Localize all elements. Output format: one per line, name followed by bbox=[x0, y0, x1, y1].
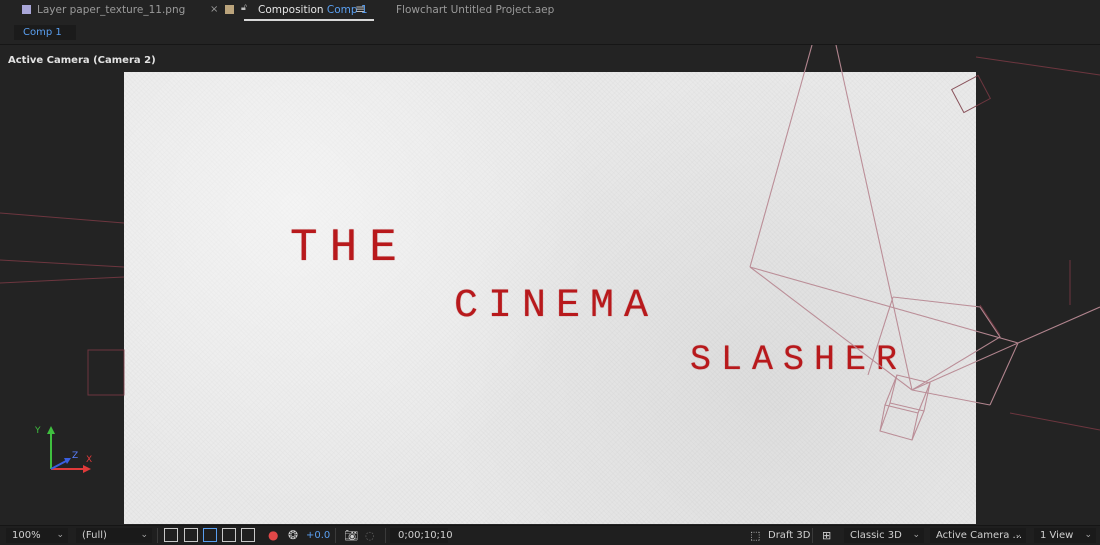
exposure-value[interactable]: +0.0 bbox=[306, 528, 330, 543]
tab-flowchart[interactable]: Flowchart Untitled Project.aep bbox=[396, 4, 554, 16]
region-of-interest-icon[interactable] bbox=[222, 528, 236, 542]
divider bbox=[812, 528, 813, 543]
panel-tab-bar: Layer paper_texture_11.png × 🔓︎ Composit… bbox=[0, 0, 1100, 22]
resolution-dropdown[interactable]: (Full) ⌄ bbox=[76, 528, 152, 543]
chevron-down-icon: ⌄ bbox=[1014, 530, 1022, 540]
viewer-controls-bar: 100% ⌄ (Full) ⌄ ● ❂ +0.0 📷︎ ◌ 0;00;10;10 ⬚… bbox=[0, 525, 1100, 545]
view-layout-value: 1 View bbox=[1040, 530, 1074, 541]
divider bbox=[385, 528, 386, 543]
active-camera-label: Active Camera (Camera 2) bbox=[8, 55, 156, 66]
grid-guides-icon[interactable] bbox=[241, 528, 255, 542]
close-tab-icon[interactable]: × bbox=[210, 4, 218, 15]
comp-breadcrumb[interactable]: Comp 1 bbox=[14, 25, 76, 40]
zoom-dropdown[interactable]: 100% ⌄ bbox=[6, 528, 68, 543]
renderer-value: Classic 3D bbox=[850, 530, 902, 541]
axis-label-y: Y bbox=[34, 426, 41, 436]
view-layout-dropdown[interactable]: 1 View ⌄ bbox=[1034, 528, 1096, 543]
chevron-down-icon: ⌄ bbox=[140, 530, 148, 540]
tab-name: Untitled Project.aep bbox=[450, 4, 555, 16]
show-snapshot-icon[interactable]: ◌ bbox=[365, 528, 375, 543]
title-line-slasher: SLASHER bbox=[690, 340, 908, 380]
tab-composition[interactable]: Composition Comp 1 bbox=[244, 4, 374, 21]
chevron-down-icon: ⌄ bbox=[912, 530, 920, 540]
renderer-dropdown[interactable]: Classic 3D ⌄ bbox=[844, 528, 924, 543]
tab-type-label: Layer bbox=[37, 4, 67, 16]
resolution-value: (Full) bbox=[82, 530, 107, 541]
3d-ground-plane-icon[interactable]: ⊞ bbox=[822, 528, 831, 543]
chevron-down-icon: ⌄ bbox=[1084, 530, 1092, 540]
tab-name: paper_texture_11.png bbox=[69, 4, 186, 16]
divider bbox=[335, 528, 336, 543]
3d-view-dropdown[interactable]: Active Camera ... ⌄ bbox=[930, 528, 1026, 543]
3d-axis-gizmo: Y Z X bbox=[34, 426, 92, 473]
title-line-the: THE bbox=[290, 222, 409, 274]
composition-viewer[interactable]: Active Camera (Camera 2) THE CINEMA SLAS… bbox=[0, 45, 1100, 524]
transparency-grid-icon[interactable] bbox=[184, 528, 198, 542]
mask-visibility-icon[interactable] bbox=[203, 528, 217, 542]
draft-3d-toggle[interactable]: Draft 3D bbox=[768, 528, 810, 543]
panel-menu-icon[interactable]: ≡ bbox=[355, 2, 365, 16]
composition-navigator-bar: Comp 1 bbox=[0, 22, 1100, 45]
snapshot-camera-icon[interactable]: 📷︎ bbox=[344, 528, 358, 543]
draft-3d-icon[interactable]: ⬚ bbox=[750, 528, 760, 543]
axis-label-x: X bbox=[86, 455, 92, 465]
exposure-reset-icon[interactable]: ❂ bbox=[288, 528, 298, 543]
axis-label-z: Z bbox=[72, 451, 78, 461]
current-time-display[interactable]: 0;00;10;10 bbox=[390, 528, 453, 543]
tab-type-label: Composition bbox=[258, 4, 324, 16]
tab-layer[interactable]: Layer paper_texture_11.png bbox=[22, 4, 185, 16]
fast-previews-icon[interactable] bbox=[164, 528, 178, 542]
paper-texture-layer[interactable]: THE CINEMA SLASHER bbox=[124, 72, 976, 524]
divider bbox=[157, 528, 158, 543]
3d-view-value: Active Camera ... bbox=[936, 530, 1023, 541]
lock-icon[interactable]: 🔓︎ bbox=[241, 3, 247, 13]
tab-type-label: Flowchart bbox=[396, 4, 448, 16]
zoom-value: 100% bbox=[12, 530, 41, 541]
label-color-swatch bbox=[22, 5, 31, 14]
title-line-cinema: CINEMA bbox=[454, 284, 659, 329]
chevron-down-icon: ⌄ bbox=[56, 530, 64, 540]
label-color-swatch bbox=[225, 5, 234, 14]
channel-colors-icon[interactable]: ● bbox=[268, 528, 278, 543]
